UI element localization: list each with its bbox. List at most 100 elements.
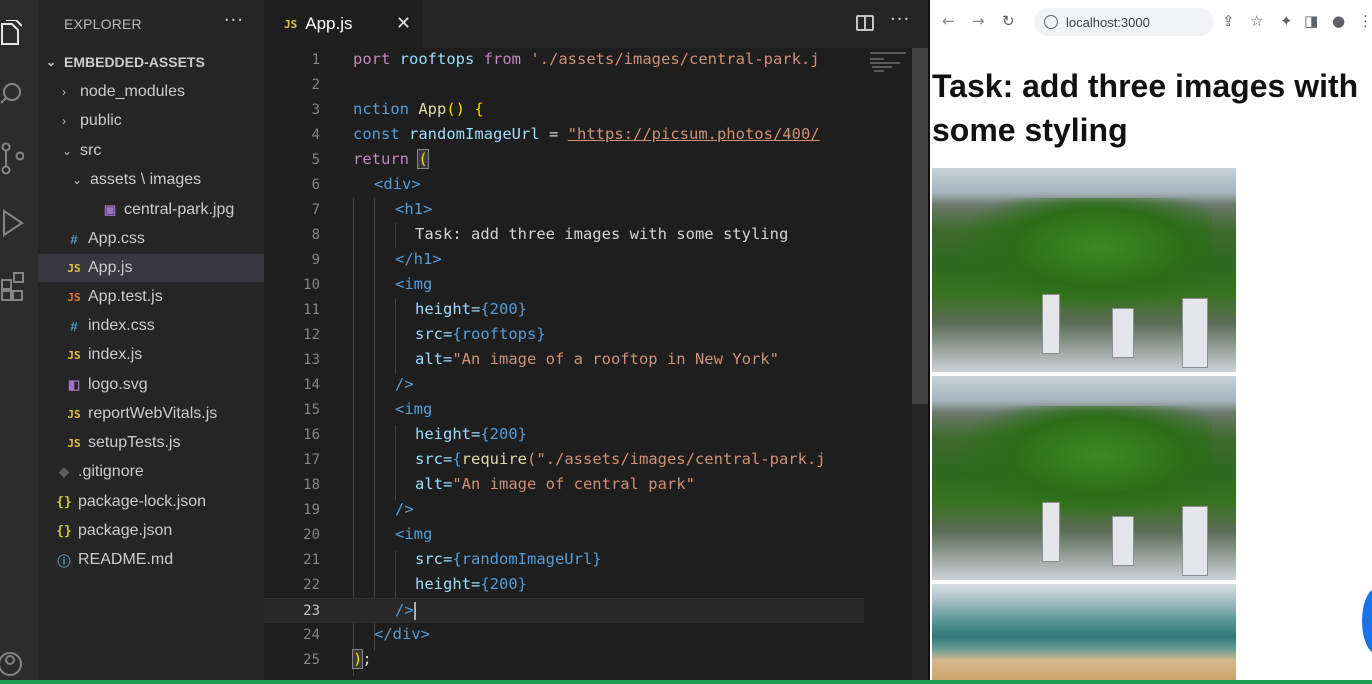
close-icon[interactable]: ✕ [396,13,411,34]
editor-more-actions-icon[interactable]: ··· [890,9,910,30]
js-file-icon: JS [67,348,81,362]
line-number: 19 [303,502,320,518]
line-number: 17 [303,452,320,468]
line-number: 6 [311,177,320,193]
tree-root-folder[interactable]: ⌄ EMBEDDED-ASSETS [38,48,264,76]
minimap-line [870,62,900,64]
tree-item-label: App.test.js [88,288,163,305]
code-line: 20 <img [264,523,864,548]
tree-item-report-web-vitals[interactable]: JS reportWebVitals.js [38,400,264,428]
code-line: 5 return ( [264,148,864,173]
code-token: port [353,50,391,68]
tree-item-src[interactable]: ⌄ src [38,137,264,165]
extensions-icon[interactable] [0,270,26,304]
tab-app-js[interactable]: JS App.js ✕ [264,0,422,48]
code-line: 12 src={rooftops} [264,323,864,348]
tree-item-label: public [80,112,122,129]
line-number: 3 [311,102,320,118]
code-line: 17 src={require("./assets/images/central… [264,448,864,473]
source-control-icon[interactable] [0,142,26,176]
explorer-title: EXPLORER [64,16,142,32]
code-line: 7 <h1> [264,198,864,223]
explorer-icon[interactable] [0,16,26,50]
code-token: src= [415,550,453,568]
tree-item-public[interactable]: › public [38,107,264,135]
run-debug-icon[interactable] [0,206,26,240]
explorer-more-actions-icon[interactable]: ··· [224,10,244,31]
code-token: /> [395,601,414,619]
tree-item-label: .gitignore [78,463,144,480]
code-token: src= [415,450,453,468]
code-token: {200} [480,425,527,443]
tree-item-setup-tests[interactable]: JS setupTests.js [38,429,264,457]
tree-item-app-css[interactable]: # App.css [38,225,264,253]
tree-item-label: assets \ images [90,171,202,188]
forward-arrow-icon[interactable]: → [972,12,985,30]
code-token: return [353,150,409,168]
reload-icon[interactable]: ↻ [1002,12,1015,30]
line-number: 10 [303,277,320,293]
address-bar[interactable]: localhost:3000 [1034,8,1214,36]
tree-item-central-park[interactable]: ▣ central-park.jpg [38,196,264,224]
code-line: 3 nction App() { [264,98,864,123]
bottom-status-strip [0,680,1372,684]
site-info-icon[interactable] [1044,15,1058,29]
minimap-line [870,58,884,60]
browser-toolbar: ← → ↻ localhost:3000 ⇪ ☆ ✦ ◨ ● ⋮ [930,0,1372,44]
tree-item-package-json[interactable]: {} package.json [38,517,264,545]
tree-item-package-lock-json[interactable]: {} package-lock.json [38,488,264,516]
code-line: 19 /> [264,498,864,523]
code-line: 16 height={200} [264,423,864,448]
back-arrow-icon[interactable]: ← [942,12,955,30]
tree-item-app-test-js[interactable]: JS App.test.js [38,283,264,311]
tree-item-app-js[interactable]: JS App.js [38,254,264,282]
tree-item-label: index.js [88,346,143,363]
code-token: {randomImageUrl} [452,550,602,568]
tree-item-logo-svg[interactable]: ◧ logo.svg [38,371,264,399]
line-number: 14 [303,377,320,393]
split-editor-icon[interactable] [856,15,874,31]
scrollbar-thumb[interactable] [912,48,928,404]
side-panel-icon[interactable]: ◨ [1304,12,1318,30]
code-token: {200} [480,575,527,593]
tree-item-label: index.css [88,317,155,334]
code-token: ; [362,650,372,668]
minimap[interactable] [868,48,912,128]
tree-item-label: README.md [78,551,174,568]
minimap-line [874,70,884,72]
browser-menu-icon[interactable]: ⋮ [1358,12,1372,30]
line-number: 23 [303,603,320,619]
tree-item-assets-images[interactable]: ⌄ assets \ images [38,166,264,194]
tree-item-index-js[interactable]: JS index.js [38,341,264,369]
tree-item-label: logo.svg [88,376,148,393]
code-line-active: 23 /> [264,598,864,623]
bookmark-star-icon[interactable]: ☆ [1250,12,1263,30]
image-foliage [962,406,1212,516]
code-token: height= [415,425,481,443]
url-text: localhost:3000 [1066,14,1150,30]
tree-item-index-css[interactable]: # index.css [38,312,264,340]
tree-item-readme[interactable]: ⓘ README.md [38,546,264,574]
extensions-puzzle-icon[interactable]: ✦ [1280,12,1293,30]
code-token: "https://picsum.photos/400/ [567,125,820,143]
line-number: 16 [303,427,320,443]
profile-icon[interactable]: ● [1332,12,1345,30]
gitignore-file-icon: ◆ [59,464,69,479]
image-building [1042,502,1060,562]
tree-item-label: package.json [78,522,173,539]
code-token: src= [415,325,453,343]
code-line: 24 </div> [264,623,864,648]
tree-item-gitignore[interactable]: ◆ .gitignore [38,458,264,486]
code-editor[interactable]: 1 port rooftops from './assets/images/ce… [264,48,864,680]
code-token: './assets/images/central-park.j [530,50,820,68]
line-number: 24 [303,627,320,643]
json-file-icon: {} [56,494,72,510]
tree-item-node-modules[interactable]: › node_modules [38,78,264,106]
editor-area: JS App.js ✕ ··· 1 port rooftops from './… [264,0,928,680]
share-icon[interactable]: ⇪ [1222,12,1235,30]
code-line: 15 <img [264,398,864,423]
account-icon[interactable] [0,646,26,680]
search-icon[interactable] [0,76,26,110]
code-token: = [539,125,568,143]
js-file-icon: JS [67,261,81,275]
